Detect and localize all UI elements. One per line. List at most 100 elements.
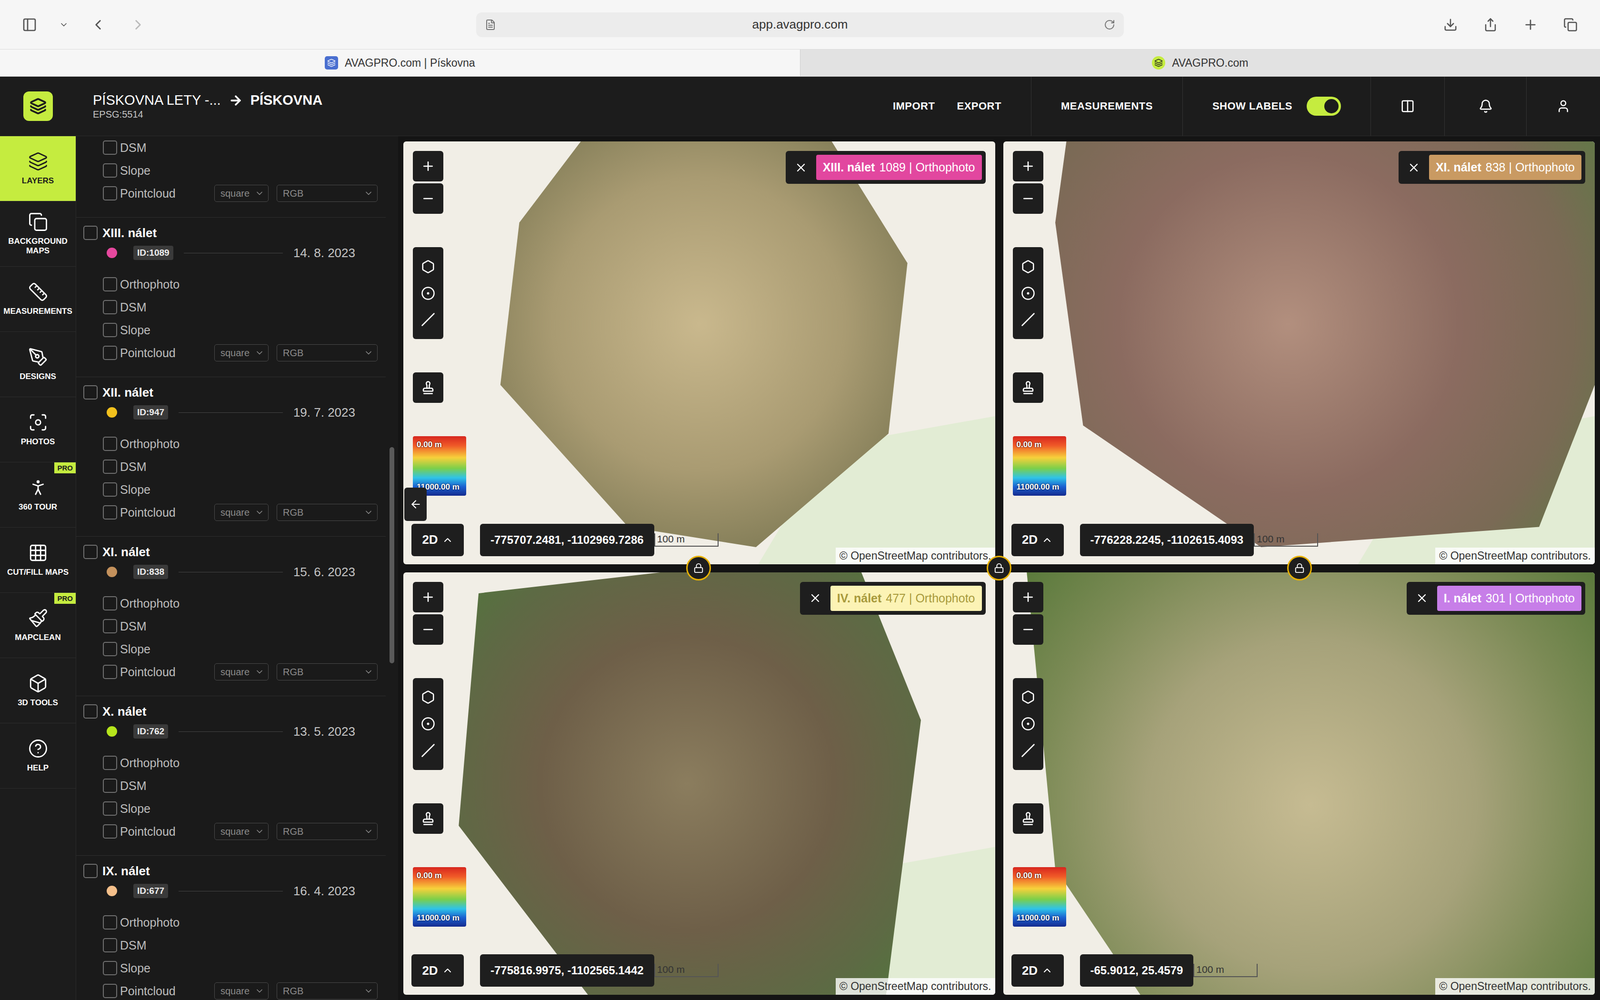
view-mode-button[interactable]: 2D — [1011, 523, 1064, 557]
toolbar-button[interactable] — [1480, 14, 1501, 36]
checkbox[interactable] — [102, 186, 118, 201]
select[interactable]: RGB — [276, 344, 378, 362]
show-labels-toggle[interactable] — [1306, 96, 1341, 116]
toolbar-button[interactable] — [1520, 14, 1541, 36]
map-tool-button[interactable] — [1012, 150, 1044, 182]
checkbox[interactable] — [102, 983, 118, 999]
checkbox[interactable] — [83, 385, 98, 400]
line-icon[interactable] — [1020, 312, 1036, 327]
checkbox[interactable] — [102, 801, 118, 816]
polygon-icon[interactable] — [420, 259, 436, 274]
rail-item[interactable]: PHOTOS — [0, 397, 76, 463]
checkbox[interactable] — [83, 544, 98, 560]
map-tool-button[interactable] — [412, 803, 444, 834]
view-mode-button[interactable]: 2D — [1011, 954, 1064, 987]
line-icon[interactable] — [420, 312, 436, 327]
map-tool-button[interactable] — [1012, 247, 1044, 340]
checkbox[interactable] — [102, 277, 118, 292]
select[interactable]: RGB — [276, 982, 378, 1000]
close-map-button[interactable] — [1410, 585, 1434, 611]
scrollbar-thumb[interactable] — [389, 447, 395, 664]
map-tool-button[interactable] — [1012, 614, 1044, 645]
checkbox[interactable] — [102, 300, 118, 315]
rail-item[interactable]: HELP — [0, 723, 76, 789]
map-panel[interactable]: 0.00 m11000.00 mXI. nálet838 | Orthophot… — [1003, 141, 1596, 565]
sync-lock-button[interactable] — [686, 555, 711, 581]
toolbar-button[interactable] — [127, 14, 149, 36]
view-mode-button[interactable]: 2D — [411, 954, 464, 987]
line-icon[interactable] — [420, 743, 436, 758]
sync-lock-button[interactable] — [986, 555, 1012, 581]
close-map-button[interactable] — [1402, 154, 1426, 180]
rail-item[interactable]: DESIGNS — [0, 331, 76, 398]
nav-link[interactable]: IMPORT — [892, 100, 936, 113]
select[interactable]: square — [214, 184, 269, 202]
rail-item[interactable]: PRO360 TOUR — [0, 462, 76, 528]
map-tool-button[interactable] — [412, 372, 444, 403]
nav-link[interactable]: MEASUREMENTS — [1060, 100, 1153, 113]
checkbox[interactable] — [102, 596, 118, 611]
collapse-panel-button[interactable] — [404, 487, 427, 521]
polygon-icon[interactable] — [420, 690, 436, 705]
toolbar-button[interactable] — [19, 14, 40, 36]
map-tool-button[interactable] — [1012, 678, 1044, 770]
app-logo[interactable] — [23, 91, 53, 121]
map-tool-button[interactable] — [1012, 183, 1044, 214]
map-tool-button[interactable] — [412, 581, 444, 613]
checkbox[interactable] — [102, 960, 118, 976]
select[interactable]: square — [214, 663, 269, 681]
rail-item[interactable]: 3D TOOLS — [0, 658, 76, 724]
checkbox[interactable] — [102, 915, 118, 930]
browser-tab[interactable]: AVAGPRO.com — [800, 49, 1600, 77]
checkbox[interactable] — [83, 225, 98, 240]
checkbox[interactable] — [102, 938, 118, 953]
point-icon[interactable] — [1020, 286, 1036, 301]
select[interactable]: square — [214, 822, 269, 840]
close-map-button[interactable] — [803, 585, 827, 611]
checkbox[interactable] — [102, 824, 118, 839]
nav-link[interactable]: EXPORT — [956, 100, 1001, 113]
reload-icon[interactable] — [1103, 19, 1116, 31]
rail-item[interactable]: CUT/FILL MAPS — [0, 527, 76, 593]
point-icon[interactable] — [420, 286, 436, 301]
select[interactable]: RGB — [276, 822, 378, 840]
checkbox[interactable] — [102, 641, 118, 657]
select[interactable]: square — [214, 982, 269, 1000]
toolbar-button[interactable] — [1440, 14, 1461, 36]
checkbox[interactable] — [83, 704, 98, 719]
select[interactable]: square — [214, 344, 269, 362]
toolbar-button[interactable] — [1560, 14, 1581, 36]
checkbox[interactable] — [102, 755, 118, 770]
map-panel[interactable]: 0.00 m11000.00 mI. nálet301 | Orthophoto… — [1003, 572, 1596, 996]
map-tool-button[interactable] — [1012, 581, 1044, 613]
user-icon[interactable] — [1556, 99, 1571, 114]
rail-item[interactable]: LAYERS — [0, 136, 76, 202]
map-tool-button[interactable] — [412, 614, 444, 645]
checkbox[interactable] — [102, 459, 118, 474]
map-tool-button[interactable] — [412, 183, 444, 214]
map-tool-button[interactable] — [412, 678, 444, 770]
checkbox[interactable] — [102, 322, 118, 338]
project-name[interactable]: PÍSKOVNA LETY -... — [92, 92, 221, 109]
checkbox[interactable] — [102, 505, 118, 520]
checkbox[interactable] — [102, 345, 118, 360]
checkbox[interactable] — [102, 140, 118, 155]
checkbox[interactable] — [83, 863, 98, 879]
checkbox[interactable] — [102, 163, 118, 178]
map-panel[interactable]: 0.00 m11000.00 mXIII. nálet1089 | Orthop… — [403, 141, 996, 565]
select[interactable]: square — [214, 503, 269, 521]
view-mode-button[interactable]: 2D — [411, 523, 464, 557]
checkbox[interactable] — [102, 436, 118, 451]
line-icon[interactable] — [1020, 743, 1036, 758]
checkbox[interactable] — [102, 664, 118, 680]
rail-item[interactable]: PROMAPCLEAN — [0, 592, 76, 659]
map-panel[interactable]: 0.00 m11000.00 mIV. nálet477 | Orthophot… — [403, 572, 996, 996]
select[interactable]: RGB — [276, 503, 378, 521]
map-tool-button[interactable] — [412, 150, 444, 182]
map-tool-button[interactable] — [412, 247, 444, 340]
split-view-icon[interactable] — [1400, 99, 1415, 114]
nav-link[interactable]: SHOW LABELS — [1212, 100, 1293, 113]
address-bar[interactable]: app.avagpro.com — [476, 12, 1124, 38]
map-tool-button[interactable] — [1012, 803, 1044, 834]
rail-item[interactable]: MEASUREMENTS — [0, 266, 76, 332]
